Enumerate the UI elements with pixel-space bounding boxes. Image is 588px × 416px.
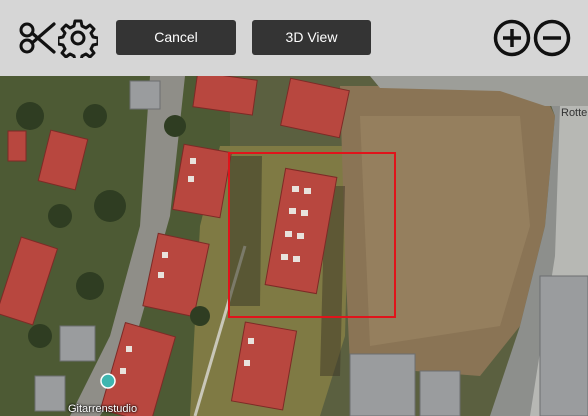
- place-pin-icon: [100, 373, 116, 389]
- gear-icon[interactable]: [58, 18, 98, 58]
- place-label[interactable]: Gitarrenstudio: [68, 403, 137, 415]
- toolbar: Cancel 3D View: [0, 0, 588, 76]
- zoom-out-icon[interactable]: [532, 18, 572, 58]
- cancel-button[interactable]: Cancel: [116, 20, 236, 55]
- 3d-view-button[interactable]: 3D View: [252, 20, 371, 55]
- map-imagery: [0, 76, 588, 416]
- zoom-in-icon[interactable]: [492, 18, 532, 58]
- scissors-icon[interactable]: [18, 18, 58, 58]
- street-label: Rotte: [561, 107, 588, 119]
- satellite-map[interactable]: Gitarrenstudio Rotte: [0, 76, 588, 416]
